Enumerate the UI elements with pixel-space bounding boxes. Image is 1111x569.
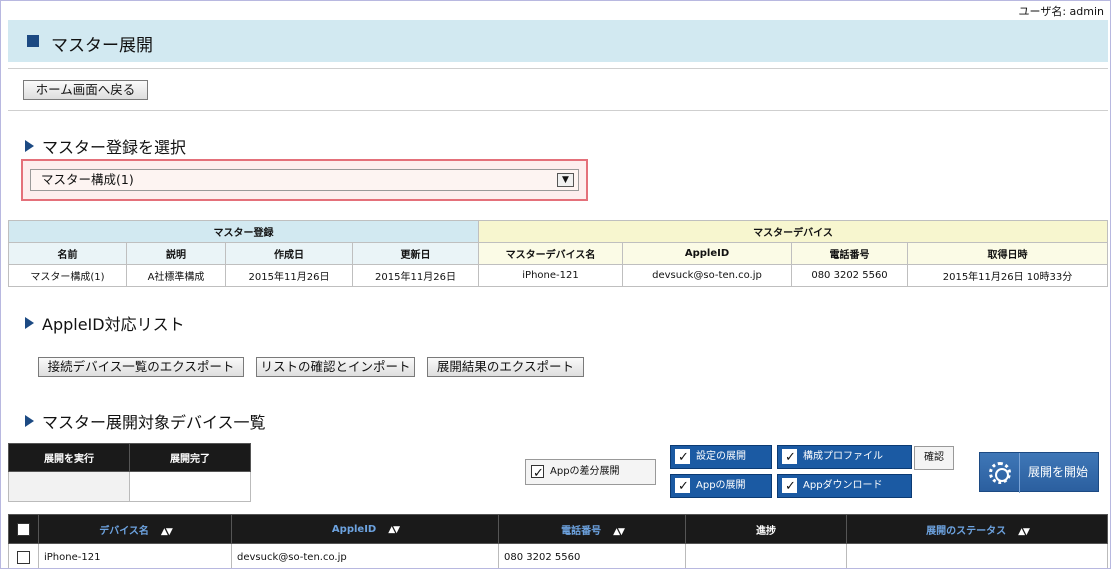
option-label: 設定の展開 [696, 451, 746, 462]
section-title: マスター登録を選択 [42, 138, 187, 157]
header-label: デバイス名 [99, 525, 149, 537]
done-cell [129, 471, 251, 502]
master-select[interactable]: マスター構成(1) ▼ [30, 169, 579, 191]
export-results-button[interactable]: 展開結果のエクスポート [427, 357, 584, 377]
export-connected-devices-button[interactable]: 接続デバイス一覧のエクスポート [38, 357, 244, 377]
cell: iPhone-121 [38, 543, 232, 568]
profile-deploy-option[interactable]: 構成プロファイル [777, 445, 912, 469]
row-select-cell [8, 543, 39, 568]
cell: 080 3202 5560 [791, 264, 908, 287]
group-master-device: マスターデバイス [478, 220, 1108, 243]
start-deploy-button[interactable]: 展開を開始 [979, 452, 1099, 493]
col-phone[interactable]: 電話番号 ▲▼ [498, 514, 686, 544]
exec-status-table: 展開を実行 展開完了 [8, 443, 251, 502]
confirm-import-list-button[interactable]: リストの確認とインポート [256, 357, 415, 377]
home-button[interactable]: ホーム画面へ戻る [23, 80, 148, 100]
cell [685, 543, 847, 568]
user-label: ユーザ名: admin [1018, 5, 1104, 18]
col-done: 展開完了 [129, 443, 251, 472]
section-master-select: マスター登録を選択 [25, 134, 186, 158]
option-label: Appの差分展開 [550, 466, 620, 477]
option-label: Appダウンロード [803, 480, 883, 491]
checkbox-checked-icon[interactable] [782, 476, 797, 498]
checkbox-checked-icon[interactable] [782, 447, 797, 469]
row-checkbox[interactable] [17, 551, 30, 564]
table-row[interactable]: iPhone-121 devsuck@so-ten.co.jp 080 3202… [8, 543, 1108, 568]
col-appleid[interactable]: AppleID ▲▼ [231, 514, 499, 544]
col-status[interactable]: 展開のステータス ▲▼ [846, 514, 1108, 544]
header-label: 電話番号 [561, 525, 602, 537]
select-all-checkbox[interactable] [17, 522, 30, 536]
sort-icon[interactable]: ▲▼ [161, 527, 173, 537]
col-created: 作成日 [225, 242, 353, 265]
master-select-wrapper: マスター構成(1) ▼ [21, 159, 588, 201]
divider [8, 68, 1108, 69]
master-select-value: マスター構成(1) [41, 172, 134, 187]
chevron-down-icon[interactable]: ▼ [557, 173, 574, 187]
col-phone: 電話番号 [791, 242, 908, 265]
section-appleid: AppleID対応リスト [25, 311, 185, 335]
master-table: マスター登録 マスターデバイス 名前 説明 作成日 更新日 マスターデバイス名 … [8, 220, 1108, 287]
col-updated: 更新日 [352, 242, 479, 265]
option-label: Appの展開 [696, 480, 746, 491]
page-title: マスター展開 [51, 36, 153, 56]
triangle-icon [25, 140, 34, 152]
section-title: マスター展開対象デバイス一覧 [42, 413, 266, 432]
checkbox-checked-icon[interactable] [531, 462, 544, 486]
cell: iPhone-121 [478, 264, 623, 287]
col-description: 説明 [126, 242, 226, 265]
confirm-button[interactable]: 確認 [914, 446, 954, 470]
triangle-icon [25, 317, 34, 329]
section-title: AppleID対応リスト [42, 315, 185, 334]
cell: A社標準構成 [126, 264, 226, 287]
cell: 2015年11月26日 [225, 264, 353, 287]
col-exec: 展開を実行 [8, 443, 130, 472]
cell: マスター構成(1) [8, 264, 127, 287]
start-deploy-label: 展開を開始 [1028, 465, 1089, 479]
app-diff-option[interactable]: Appの差分展開 [525, 459, 656, 486]
section-targets: マスター展開対象デバイス一覧 [25, 409, 266, 433]
sort-icon[interactable]: ▲▼ [613, 527, 625, 537]
device-table: デバイス名 ▲▼ AppleID ▲▼ 電話番号 ▲▼ 進捗 展開のステータス ▲▼ i… [8, 514, 1108, 568]
page-frame: ユーザ名: admin マスター展開 ホーム画面へ戻る マスター登録を選択 マス… [0, 0, 1111, 569]
cell: devsuck@so-ten.co.jp [622, 264, 792, 287]
table-row: マスター構成(1) A社標準構成 2015年11月26日 2015年11月26日… [8, 264, 1108, 287]
checkbox-checked-icon[interactable] [675, 447, 690, 469]
select-all-header [8, 514, 39, 544]
col-progress: 進捗 [685, 514, 847, 544]
sort-icon[interactable]: ▲▼ [388, 525, 400, 535]
header-label: 展開のステータス [926, 525, 1007, 537]
app-download-option[interactable]: Appダウンロード [777, 474, 912, 498]
gear-wrapper [980, 453, 1020, 493]
cell: 080 3202 5560 [498, 543, 686, 568]
cell: devsuck@so-ten.co.jp [231, 543, 499, 568]
exec-cell [8, 471, 130, 502]
sort-icon[interactable]: ▲▼ [1018, 527, 1030, 537]
settings-deploy-option[interactable]: 設定の展開 [670, 445, 772, 469]
divider [8, 110, 1108, 111]
cell: 2015年11月26日 10時33分 [907, 264, 1108, 287]
col-acquired: 取得日時 [907, 242, 1108, 265]
cell [846, 543, 1108, 568]
group-master-registration: マスター登録 [8, 220, 479, 243]
triangle-icon [25, 415, 34, 427]
option-label: 構成プロファイル [803, 451, 883, 462]
col-device-name[interactable]: デバイス名 ▲▼ [38, 514, 232, 544]
app-deploy-option[interactable]: Appの展開 [670, 474, 772, 498]
col-name: 名前 [8, 242, 127, 265]
cell: 2015年11月26日 [352, 264, 479, 287]
title-bar: マスター展開 [8, 20, 1108, 62]
col-appleid: AppleID [622, 242, 792, 265]
title-square-icon [27, 35, 39, 47]
gear-icon [989, 462, 1011, 484]
header-label: AppleID [331, 523, 377, 535]
checkbox-checked-icon[interactable] [675, 476, 690, 498]
col-device-name: マスターデバイス名 [478, 242, 623, 265]
